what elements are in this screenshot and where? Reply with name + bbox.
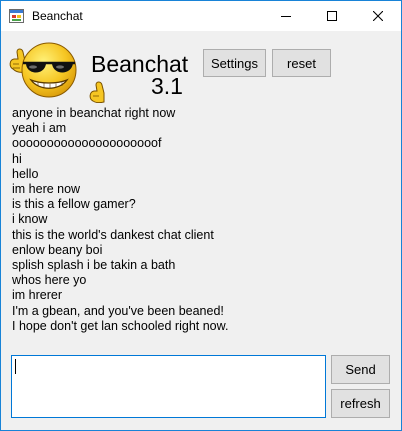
close-icon xyxy=(373,11,383,21)
refresh-button[interactable]: refresh xyxy=(331,389,390,418)
close-button[interactable] xyxy=(355,1,401,31)
message-item: is this a fellow gamer? xyxy=(12,197,136,212)
reset-button[interactable]: reset xyxy=(272,49,331,77)
message-item: ooooooooooooooooooooof xyxy=(12,136,162,151)
maximize-button[interactable] xyxy=(309,1,355,31)
brand-version: 3.1 xyxy=(151,73,183,99)
message-item: whos here yo xyxy=(12,273,87,288)
message-list: anyone in beanchat right now yeah i am o… xyxy=(12,106,312,334)
message-item: anyone in beanchat right now xyxy=(12,106,176,120)
settings-button[interactable]: Settings xyxy=(203,49,266,77)
text-caret xyxy=(15,359,16,374)
message-item: enlow beany boi xyxy=(12,242,103,257)
title-bar[interactable]: Beanchat xyxy=(1,1,401,31)
app-icon xyxy=(9,9,24,23)
message-item: splish splash i be takin a bath xyxy=(12,258,176,273)
minimize-button[interactable] xyxy=(263,1,309,31)
message-item: yeah i am xyxy=(12,121,67,136)
send-button[interactable]: Send xyxy=(331,355,390,384)
message-item: i know xyxy=(12,212,48,227)
maximize-icon xyxy=(327,11,337,21)
message-item: hello xyxy=(12,166,39,181)
message-item: I hope don't get lan schooled right now. xyxy=(12,318,229,333)
message-input[interactable] xyxy=(11,355,326,418)
minimize-icon xyxy=(281,16,291,17)
message-item: im hrerer xyxy=(12,288,63,303)
window-title: Beanchat xyxy=(32,9,83,23)
app-window: Beanchat Beanchat 3.1 Settings reset any… xyxy=(0,0,402,431)
client-area: Beanchat 3.1 Settings reset anyone in be… xyxy=(1,31,401,430)
message-item: hi xyxy=(12,151,22,166)
message-item: im here now xyxy=(12,182,81,197)
message-item: this is the world's dankest chat client xyxy=(12,227,214,242)
message-item: I'm a gbean, and you've been beaned! xyxy=(12,303,224,318)
